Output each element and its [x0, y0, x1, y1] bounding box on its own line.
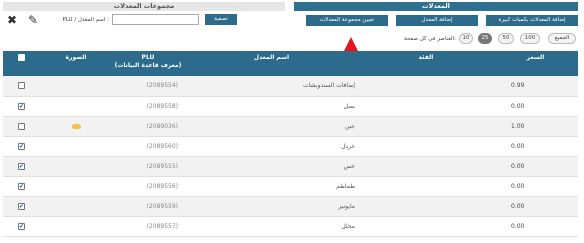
row-category: [359, 76, 493, 97]
row-price: 0.00: [493, 96, 578, 117]
row-plu: (2089560): [112, 136, 184, 157]
row-category: [359, 116, 493, 137]
table-row[interactable]: ✔ (2089558) بصل 0.00: [3, 96, 578, 117]
row-category: [359, 216, 493, 237]
row-select-cell[interactable]: [3, 76, 40, 97]
row-price: 1.00: [493, 116, 578, 137]
row-select-cell[interactable]: ✔: [3, 136, 40, 157]
row-name[interactable]: مخلل: [184, 216, 359, 237]
filter-button[interactable]: تصفية: [205, 14, 237, 25]
row-price: 0.00: [493, 196, 578, 217]
row-image-cell: [40, 116, 112, 137]
row-select-cell[interactable]: ✔: [3, 196, 40, 217]
page-size-all[interactable]: الجميع: [548, 33, 576, 44]
row-image-cell: [40, 96, 112, 117]
filter-input[interactable]: [112, 14, 199, 25]
row-plu: (2089558): [112, 96, 184, 117]
row-checkbox[interactable]: ✔: [18, 182, 25, 190]
row-checkbox[interactable]: ✔: [18, 102, 25, 110]
row-price: 0.00: [493, 216, 578, 237]
table-row[interactable]: ✔ (2089560) خردل 0.00: [3, 136, 578, 157]
table-row[interactable]: ✔ (2089559) مايونيز 0.00: [3, 196, 578, 217]
row-name[interactable]: جبن: [184, 116, 359, 137]
row-checkbox[interactable]: ✔: [18, 162, 25, 170]
row-name[interactable]: بصل: [184, 96, 359, 117]
row-select-cell[interactable]: ✔: [3, 176, 40, 197]
row-image-cell: [40, 136, 112, 157]
row-plu: (2089554): [112, 76, 184, 97]
filter-label: PLU / اسم المعدل :: [62, 17, 109, 23]
pencil-icon[interactable]: ✎: [28, 14, 38, 26]
table-row[interactable]: ✔ (2089557) مخلل 0.00: [3, 216, 578, 237]
header-category[interactable]: الفئة: [359, 51, 493, 76]
row-price: 0.00: [493, 156, 578, 177]
row-select-cell[interactable]: ✔: [3, 96, 40, 117]
row-checkbox[interactable]: ✔: [18, 142, 25, 150]
table-row[interactable]: (2089554) إضافات السندويشات 0.99: [3, 76, 578, 97]
cloud-icon: [71, 123, 81, 129]
row-plu: (2089036): [112, 116, 184, 137]
header-plu[interactable]: PLU (معرف قاعدة البيانات): [112, 51, 184, 76]
row-checkbox[interactable]: [18, 82, 25, 90]
select-all-cell[interactable]: [3, 51, 40, 76]
select-all-checkbox[interactable]: [18, 54, 25, 61]
row-select-cell[interactable]: ✔: [3, 156, 40, 177]
table-header-row: الصورة PLU (معرف قاعدة البيانات) اسم الم…: [3, 51, 578, 76]
page-size-10[interactable]: 10: [459, 33, 473, 44]
header-image: الصورة: [40, 51, 112, 76]
row-price: 0.00: [493, 136, 578, 157]
table-row[interactable]: ✔ (2089556) طماطم 0.00: [3, 176, 578, 197]
row-select-cell[interactable]: ✔: [3, 216, 40, 237]
row-name[interactable]: خردل: [184, 136, 359, 157]
page-size-25[interactable]: 25: [478, 33, 492, 44]
tab-modifiers[interactable]: المعدلات: [294, 2, 578, 11]
row-image-cell: [40, 156, 112, 177]
row-price: 0.00: [493, 176, 578, 197]
row-plu: (2089559): [112, 196, 184, 217]
assign-group-button[interactable]: تعيين مجموعة المعدلات: [306, 15, 388, 26]
row-select-cell[interactable]: [3, 116, 40, 137]
page-size-50[interactable]: 50: [498, 33, 514, 44]
row-category: [359, 96, 493, 117]
modifiers-table: الصورة PLU (معرف قاعدة البيانات) اسم الم…: [3, 51, 578, 237]
tab-modifier-groups[interactable]: مجموعات المعدلات: [3, 2, 285, 11]
table-row[interactable]: (2089036) جبن 1.00: [3, 116, 578, 137]
row-name[interactable]: إضافات السندويشات: [184, 76, 359, 97]
header-name[interactable]: اسم المعدل: [184, 51, 359, 76]
row-checkbox[interactable]: ✔: [18, 222, 25, 230]
row-image-cell: [40, 176, 112, 197]
row-checkbox[interactable]: [18, 122, 25, 130]
row-name[interactable]: مايونيز: [184, 196, 359, 217]
row-name[interactable]: طماطم: [184, 176, 359, 197]
row-category: [359, 176, 493, 197]
page-size-label: العناصر في كل صفحة:: [404, 36, 456, 42]
row-image-cell: [40, 76, 112, 97]
row-plu: (2089556): [112, 176, 184, 197]
row-image-cell: [40, 216, 112, 237]
row-category: [359, 196, 493, 217]
add-modifier-button[interactable]: إضافة المعدل: [396, 15, 478, 26]
row-plu: (2089555): [112, 156, 184, 177]
row-checkbox[interactable]: ✔: [18, 202, 25, 210]
row-plu: (2089557): [112, 216, 184, 237]
row-category: [359, 136, 493, 157]
close-icon[interactable]: ✖: [7, 14, 17, 26]
row-category: [359, 156, 493, 177]
table-row[interactable]: ✔ (2089555) خس 0.00: [3, 156, 578, 177]
page-size-100[interactable]: 100: [520, 33, 540, 44]
row-image-cell: [40, 196, 112, 217]
header-price[interactable]: السعر: [493, 51, 578, 76]
bulk-add-button[interactable]: إضافة المعدلات بكميات كبيرة: [486, 15, 578, 26]
row-price: 0.99: [493, 76, 578, 97]
row-name[interactable]: خس: [184, 156, 359, 177]
